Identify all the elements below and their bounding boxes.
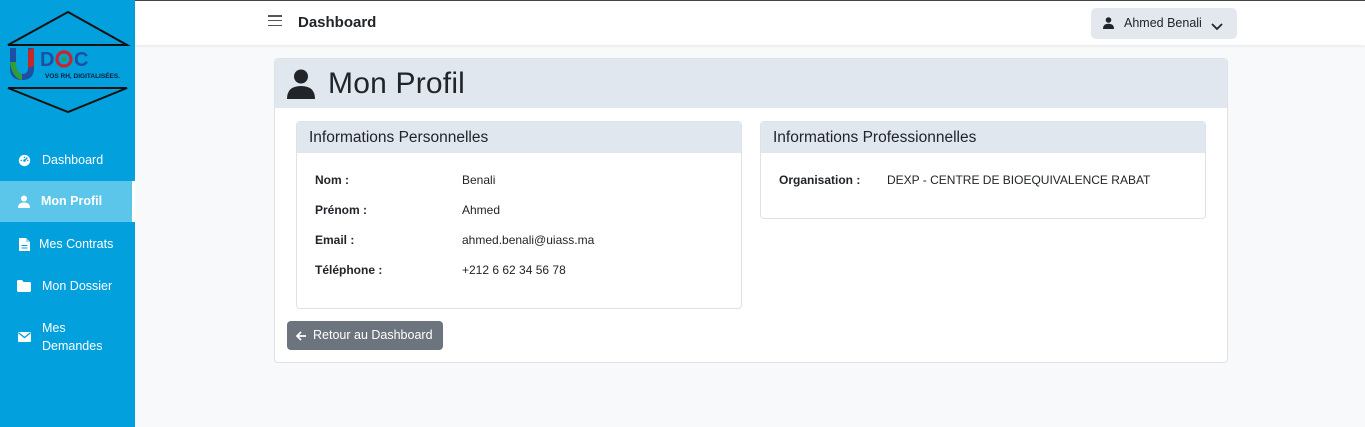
svg-text:C: C	[74, 49, 88, 71]
topbar: Dashboard Ahmed Benali	[135, 0, 1365, 45]
file-icon	[17, 237, 31, 251]
field-value: DEXP - CENTRE DE BIOEQUIVALENCE RABAT	[887, 173, 1151, 187]
sidebar-item-demandes[interactable]: Mes Demandes	[0, 319, 135, 355]
dashboard-gauge-icon	[17, 153, 31, 167]
back-to-dashboard-button[interactable]: Retour au Dashboard	[287, 321, 443, 350]
personal-info-header: Informations Personnelles	[297, 122, 741, 153]
field-label: Organisation :	[779, 173, 861, 187]
sidebar-item-profil[interactable]: Mon Profil	[0, 181, 135, 222]
personal-info-card: Informations Personnelles Nom : Benali P…	[296, 121, 742, 309]
brand-logo[interactable]: D C VOS RH, DIGITALISÉES.	[0, 0, 135, 120]
user-icon	[17, 194, 31, 208]
svg-text:D: D	[40, 49, 54, 71]
field-value: Ahmed	[462, 203, 501, 217]
menu-toggle-icon[interactable]	[268, 15, 282, 29]
sidebar-item-dossier[interactable]: Mon Dossier	[0, 277, 135, 295]
sidebar-item-label: Mon Dossier	[42, 279, 113, 293]
sidebar-item-dashboard[interactable]: Dashboard	[0, 151, 135, 169]
back-button-label: Retour au Dashboard	[313, 328, 433, 342]
field-label: Nom :	[315, 173, 349, 187]
field-label: Email :	[315, 233, 355, 247]
field-label: Prénom :	[315, 203, 368, 217]
user-icon	[287, 69, 315, 104]
arrow-left-icon	[295, 330, 307, 344]
field-label: Téléphone :	[315, 263, 383, 277]
topbar-title: Dashboard	[298, 14, 377, 31]
user-name: Ahmed Benali	[1124, 16, 1202, 30]
sidebar-item-label: Mon Profil	[41, 194, 103, 208]
sidebar-item-label: Mes Demandes	[42, 321, 103, 353]
user-menu-button[interactable]: Ahmed Benali	[1091, 8, 1237, 39]
folder-icon	[17, 279, 31, 293]
professional-info-card: Informations Professionnelles Organisati…	[760, 121, 1206, 219]
field-value: Benali	[462, 173, 496, 187]
profile-card-header: Mon Profil	[275, 59, 1227, 108]
sidebar: D C VOS RH, DIGITALISÉES. Dashboard Mon …	[0, 0, 135, 427]
page-title: Mon Profil	[328, 67, 466, 100]
profile-card: Mon Profil Informations Personnelles Nom…	[274, 58, 1228, 363]
field-value: +212 6 62 34 56 78	[462, 263, 566, 277]
sidebar-item-label: Mes Contrats	[39, 237, 114, 251]
sidebar-item-contrats[interactable]: Mes Contrats	[0, 235, 135, 253]
logo-tagline: VOS RH, DIGITALISÉES.	[45, 71, 120, 80]
envelope-icon	[17, 330, 31, 344]
professional-info-header: Informations Professionnelles	[761, 122, 1205, 153]
chevron-down-icon	[1211, 18, 1223, 36]
field-value: ahmed.benali@uiass.ma	[462, 233, 595, 247]
user-icon	[1103, 16, 1114, 34]
personal-info-title: Informations Personnelles	[309, 129, 489, 146]
sidebar-item-label: Dashboard	[42, 153, 104, 167]
professional-info-title: Informations Professionnelles	[773, 129, 977, 146]
